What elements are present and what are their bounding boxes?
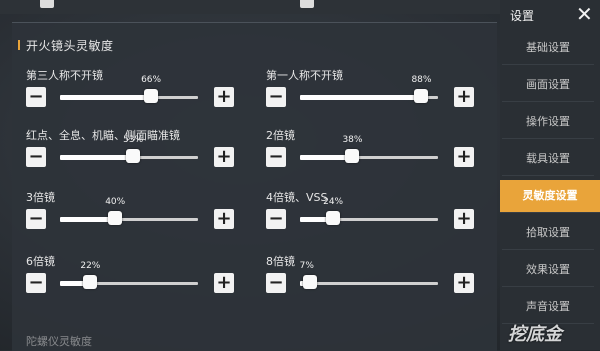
slider-value: 66% (141, 75, 162, 85)
decrease-button[interactable]: − (266, 209, 286, 229)
increase-button[interactable]: + (214, 273, 234, 293)
settings-title: 设置 (510, 9, 535, 23)
section-title: 开火镜头灵敏度 (18, 39, 114, 53)
increase-button[interactable]: + (214, 87, 234, 107)
slider-label: 红点、全息、机瞄、侧面瞄准镜 (26, 129, 180, 142)
slider-handle[interactable] (414, 89, 429, 103)
previous-slider-fragment (40, 0, 54, 8)
slider-item-3: 2倍镜 − 38% + (266, 127, 476, 183)
increase-button[interactable]: + (454, 147, 474, 167)
decrease-button[interactable]: − (26, 147, 46, 167)
next-section-title: 陀螺仪灵敏度 (26, 335, 92, 348)
slider-label: 6倍镜 (26, 255, 55, 268)
slider-label: 8倍镜 (266, 255, 295, 268)
slider-fill (300, 95, 422, 100)
slider-value: 22% (80, 261, 101, 271)
decrease-button[interactable]: − (266, 147, 286, 167)
previous-section-edge (0, 0, 500, 14)
tab-basic[interactable]: 基础设置 (502, 32, 594, 65)
increase-button[interactable]: + (454, 87, 474, 107)
decrease-button[interactable]: − (26, 87, 46, 107)
tab-vehicle[interactable]: 载具设置 (502, 143, 594, 176)
sidebar-header: 设置 ✕ (500, 0, 600, 30)
slider-fill (60, 217, 116, 222)
tab-pickup[interactable]: 拾取设置 (502, 217, 594, 250)
slider-handle[interactable] (126, 149, 141, 163)
slider-label: 第三人称不开镜 (26, 69, 103, 82)
slider-handle[interactable] (144, 89, 159, 103)
settings-sidebar: 设置 ✕ 基础设置 画面设置 操作设置 载具设置 灵敏度设置 拾取设置 效果设置… (500, 0, 600, 350)
previous-slider-fragment (300, 0, 314, 8)
slider-item-0: 第三人称不开镜 − 66% + (26, 67, 236, 123)
slider-label: 2倍镜 (266, 129, 295, 142)
slider-fill (60, 155, 134, 160)
slider-handle[interactable] (302, 275, 317, 289)
slider-handle[interactable] (345, 149, 360, 163)
tab-sensitivity[interactable]: 灵敏度设置 (500, 180, 600, 213)
decrease-button[interactable]: − (26, 273, 46, 293)
slider-value: 24% (323, 197, 344, 207)
decrease-button[interactable]: − (266, 87, 286, 107)
close-icon[interactable]: ✕ (576, 3, 593, 25)
slider-item-1: 第一人称不开镜 − 88% + (266, 67, 476, 123)
tab-controls[interactable]: 操作设置 (502, 106, 594, 139)
increase-button[interactable]: + (214, 209, 234, 229)
slider-item-5: 4倍镜、VSS − 24% + (266, 189, 476, 245)
tab-effects[interactable]: 效果设置 (502, 254, 594, 287)
slider-fill (60, 95, 152, 100)
slider-value: 40% (105, 197, 126, 207)
increase-button[interactable]: + (214, 147, 234, 167)
watermark-logo: 挖底金 (508, 324, 562, 345)
slider-track[interactable] (300, 282, 438, 285)
slider-handle[interactable] (108, 211, 123, 225)
slider-item-7: 8倍镜 − 7% + (266, 253, 476, 309)
slider-item-6: 6倍镜 − 22% + (26, 253, 236, 309)
slider-value: 38% (342, 135, 363, 145)
decrease-button[interactable]: − (266, 273, 286, 293)
slider-value: 88% (411, 75, 432, 85)
slider-value: 7% (299, 261, 314, 271)
slider-item-4: 3倍镜 − 40% + (26, 189, 236, 245)
tab-graphics[interactable]: 画面设置 (502, 69, 594, 102)
decrease-button[interactable]: − (26, 209, 46, 229)
increase-button[interactable]: + (454, 273, 474, 293)
increase-button[interactable]: + (454, 209, 474, 229)
slider-label: 3倍镜 (26, 191, 55, 204)
slider-value: 53% (123, 135, 144, 145)
slider-item-2: 红点、全息、机瞄、侧面瞄准镜 − 53% + (26, 127, 236, 183)
slider-label: 4倍镜、VSS (266, 191, 328, 204)
slider-label: 第一人称不开镜 (266, 69, 343, 82)
sensitivity-panel: 开火镜头灵敏度 第三人称不开镜 − 66% + 第一人称不开镜 − 88% + … (12, 22, 497, 351)
slider-handle[interactable] (326, 211, 341, 225)
slider-handle[interactable] (83, 275, 98, 289)
